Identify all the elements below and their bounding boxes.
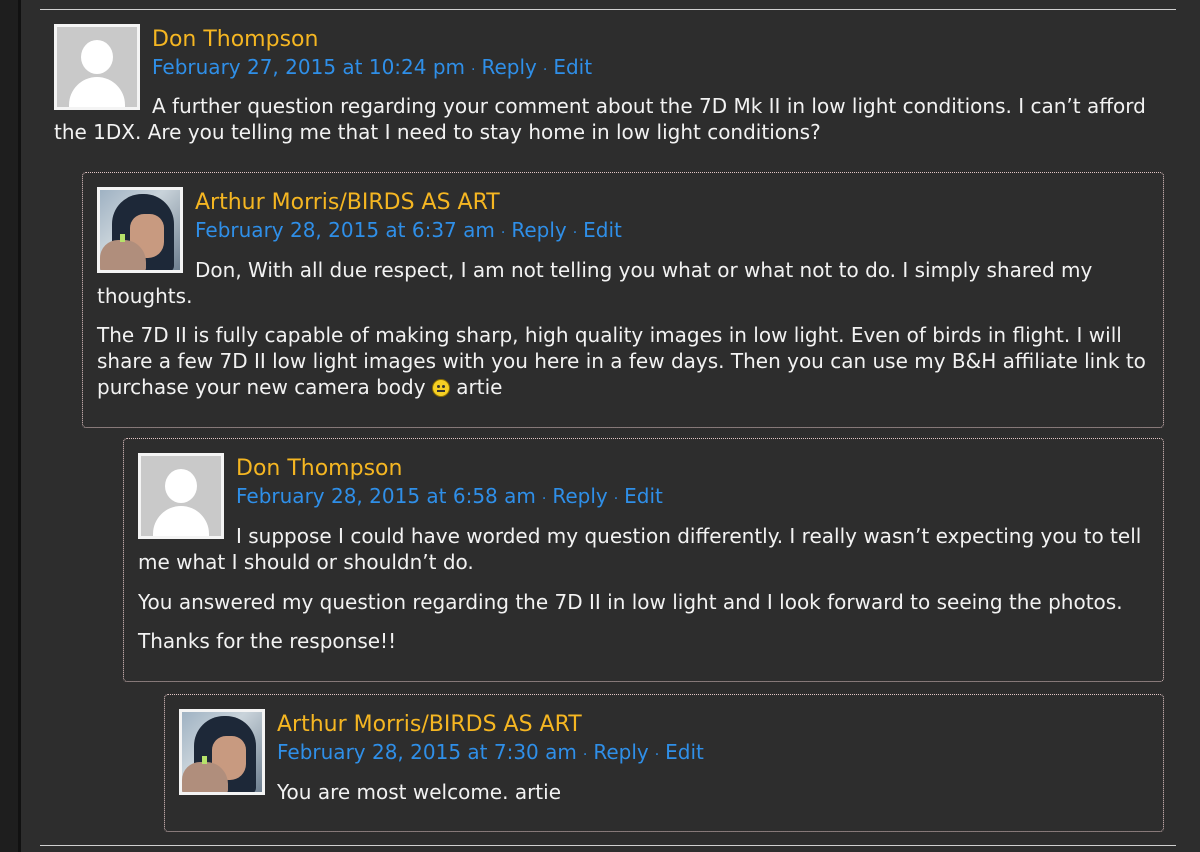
smiley-emoji-icon [431,379,450,397]
comment-text: A further question regarding your commen… [54,94,1146,144]
comment-meta: February 28, 2015 at 6:58 am · Reply · Edit [236,484,663,508]
comment-author[interactable]: Don Thompson [152,27,318,53]
comment-1: Don Thompson February 27, 2015 at 10:24 … [52,20,1167,150]
user-photo-avatar [179,709,265,795]
comment-text: Thanks for the response!! [138,629,397,653]
comment-date-link[interactable]: February 27, 2015 at 10:24 pm [152,55,465,79]
comment-3: Don Thompson February 28, 2015 at 6:58 a… [123,438,1164,682]
reply-link[interactable]: Reply [552,484,607,508]
comment-author[interactable]: Arthur Morris/BIRDS AS ART [277,712,582,738]
edit-link[interactable]: Edit [553,55,592,79]
comment-date-link[interactable]: February 28, 2015 at 7:30 am [277,740,577,764]
comment-2: Arthur Morris/BIRDS AS ART February 28, … [82,172,1164,428]
comment-meta: February 28, 2015 at 7:30 am · Reply · Edit [277,740,704,764]
comment-text: You are most welcome. artie [277,780,562,804]
edit-link[interactable]: Edit [665,740,704,764]
comment-author[interactable]: Don Thompson [236,456,402,482]
comment-date-link[interactable]: February 28, 2015 at 6:58 am [236,484,536,508]
bottom-divider [40,845,1176,846]
comment-text: You answered my question regarding the 7… [138,590,1123,614]
comment-meta: February 28, 2015 at 6:37 am · Reply · Edit [195,218,622,242]
reply-link[interactable]: Reply [593,740,648,764]
comment-text: The 7D II is fully capable of making sha… [97,323,1146,399]
comment-4: Arthur Morris/BIRDS AS ART February 28, … [164,694,1164,832]
comment-text: I suppose I could have worded my questio… [138,524,1142,574]
comment-author[interactable]: Arthur Morris/BIRDS AS ART [195,190,500,216]
comment-date-link[interactable]: February 28, 2015 at 6:37 am [195,218,495,242]
top-divider [40,9,1176,10]
reply-link[interactable]: Reply [481,55,536,79]
comment-text: Don, With all due respect, I am not tell… [97,258,1093,308]
edit-link[interactable]: Edit [583,218,622,242]
edit-link[interactable]: Edit [624,484,663,508]
reply-link[interactable]: Reply [511,218,566,242]
comment-meta: February 27, 2015 at 10:24 pm · Reply · Edit [152,55,593,79]
